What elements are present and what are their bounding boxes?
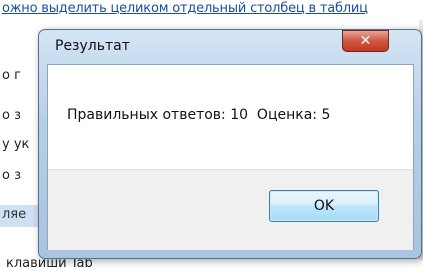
close-button[interactable]: ✕ bbox=[342, 30, 389, 52]
ok-button-label: OK bbox=[313, 198, 335, 214]
dialog-title: Результат bbox=[55, 38, 130, 54]
background-header: ожно выделить целиком отдельный столбец … bbox=[0, 0, 423, 20]
background-text-fragment: о з bbox=[2, 108, 21, 123]
background-text-fragment: о з bbox=[2, 168, 21, 183]
close-icon: ✕ bbox=[359, 33, 372, 49]
background-link-text[interactable]: ожно выделить целиком отдельный столбец … bbox=[2, 1, 368, 16]
result-dialog: Результат ✕ Правильных ответов: 10 Оценк… bbox=[38, 29, 422, 259]
background-text-fragment: о г bbox=[2, 68, 21, 83]
ok-button[interactable]: OK bbox=[269, 190, 379, 222]
background-band-text: ляе bbox=[2, 207, 27, 222]
dialog-content: Правильных ответов: 10 Оценка: 5 OK bbox=[47, 64, 414, 250]
background-text-fragment: у ук bbox=[2, 137, 30, 152]
dialog-message: Правильных ответов: 10 Оценка: 5 bbox=[67, 107, 331, 123]
